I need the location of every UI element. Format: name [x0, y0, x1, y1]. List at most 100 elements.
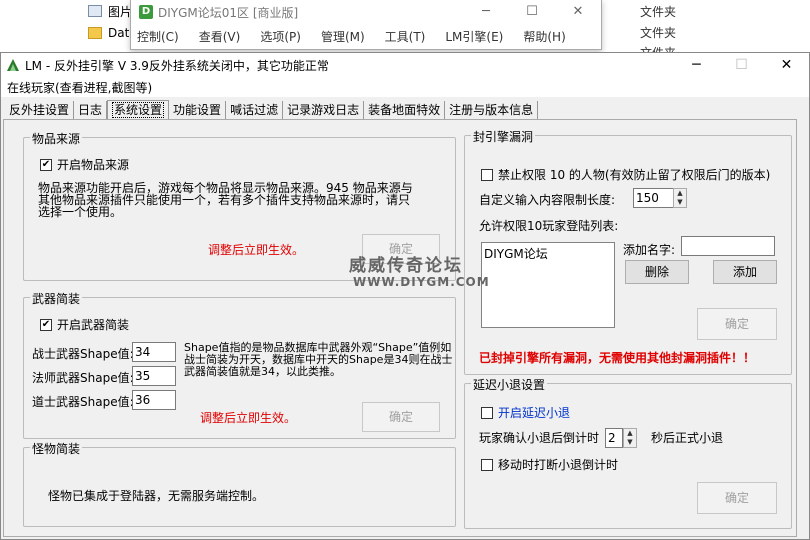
item-source-notice: 调整后立即生效。 [208, 243, 305, 257]
delay-logout-checkbox[interactable]: 开启延迟小退 [481, 404, 570, 421]
background-window: D DIYGM论坛01区 [商业版] ─ ☐ ✕ 控制(C) 查看(V) 选项(… [130, 0, 602, 50]
weapon-simplify-group: 武器简装 ✔ 开启武器简装 战士武器Shape值: 34 法师武器Shape值:… [23, 290, 456, 439]
max-length-label: 自定义输入内容限制长度: [479, 193, 616, 207]
checkbox-box: ✔ [40, 158, 52, 171]
group-legend: 封引擎漏洞 [471, 128, 536, 145]
tab-anticheat[interactable]: 反外挂设置 [5, 101, 75, 119]
checkbox-label: 开启武器简装 [57, 318, 130, 332]
delay-logout-confirm-button[interactable]: 确定 [697, 482, 777, 514]
delete-button[interactable]: 删除 [625, 260, 689, 284]
background-window-title: DIYGM论坛01区 [商业版] [158, 5, 299, 20]
countdown-suffix: 秒后正式小退 [651, 431, 724, 445]
group-legend: 怪物简装 [30, 440, 83, 457]
engine-hole-group: 封引擎漏洞 禁止权限 10 的人物(有效防止留了权限后门的版本) 自定义输入内容… [464, 128, 792, 375]
tab-bar: 反外挂设置 日志 系统设置 功能设置 喊话过滤 记录游戏日志 装备地面特效 注册… [5, 99, 539, 120]
delay-logout-group: 延迟小退设置 开启延迟小退 玩家确认小退后倒计时 2 ▲ ▼ 秒后正式小退 移动… [464, 376, 792, 529]
max-length-spinner[interactable]: ▲ ▼ [673, 188, 687, 208]
tab-log[interactable]: 日志 [74, 101, 108, 119]
weapon-shape-description: Shape值指的是物品数据库中武器外观“Shape”值例如战士简装为开天，数据库… [184, 341, 453, 378]
engine-hole-confirm-button[interactable]: 确定 [697, 308, 777, 340]
mage-shape-input[interactable]: 35 [132, 366, 176, 386]
close-icon[interactable]: ✕ [555, 0, 601, 24]
close-icon[interactable]: ✕ [764, 53, 809, 77]
weapon-simplify-checkbox[interactable]: ✔ 开启武器简装 [40, 316, 129, 333]
move-interrupt-checkbox[interactable]: 移动时打断小退倒计时 [481, 456, 618, 473]
image-folder-icon [88, 5, 102, 17]
background-window-menubar: 控制(C) 查看(V) 选项(P) 管理(M) 工具(T) LM引擎(E) 帮助… [131, 24, 601, 48]
tab-ground-effect[interactable]: 装备地面特效 [364, 101, 446, 119]
menu-item[interactable]: 选项(P) [260, 28, 301, 45]
checkbox-box: ✔ [40, 318, 52, 331]
warrior-shape-input[interactable]: 34 [132, 342, 176, 362]
menu-item[interactable]: LM引擎(E) [445, 28, 503, 45]
tab-game-log[interactable]: 记录游戏日志 [283, 101, 365, 119]
engine-hole-notice: 已封掉引擎所有漏洞，无需使用其他封漏洞插件！！ [479, 351, 756, 365]
countdown-spinner[interactable]: ▲ ▼ [623, 428, 637, 448]
taoist-shape-input[interactable]: 36 [132, 390, 176, 410]
explorer-item-label: Dat [108, 26, 130, 40]
watermark-url: WWW.DIYGM.COM [353, 275, 490, 289]
minimize-icon[interactable]: ─ [463, 0, 509, 24]
checkbox-box [481, 168, 493, 181]
tab-label: 注册与版本信息 [449, 103, 534, 117]
monster-simplify-description: 怪物已集成于登陆器，无需服务端控制。 [48, 489, 265, 503]
monster-simplify-group: 怪物简装 怪物已集成于登陆器，无需服务端控制。 [23, 440, 456, 527]
tab-label: 日志 [78, 103, 103, 117]
weapon-simplify-confirm-button[interactable]: 确定 [362, 402, 440, 432]
list-item[interactable]: DIYGM论坛 [484, 245, 612, 262]
tab-registration[interactable]: 注册与版本信息 [445, 101, 539, 119]
tab-label: 功能设置 [173, 103, 222, 117]
add-name-label: 添加名字: [623, 243, 676, 257]
checkbox-label: 开启物品来源 [57, 158, 130, 172]
tab-function-settings[interactable]: 功能设置 [169, 101, 227, 119]
group-legend: 延迟小退设置 [471, 376, 548, 393]
diygm-logo-icon: D [139, 5, 153, 19]
explorer-row[interactable]: 图片 [88, 1, 132, 21]
spin-up-icon[interactable]: ▲ [624, 429, 636, 438]
minimize-icon[interactable]: ─ [674, 53, 719, 77]
checkbox-box [481, 406, 493, 419]
group-legend: 武器简装 [30, 290, 83, 307]
explorer-item-type: 文件夹 [640, 26, 677, 40]
folder-icon [88, 27, 102, 39]
add-name-input[interactable] [681, 236, 775, 256]
item-source-description: 物品来源功能开启后，游戏每个物品将显示物品来源。945 物品来源与其他物品来源插… [38, 181, 413, 219]
menu-online-players[interactable]: 在线玩家(查看进程,截图等) [7, 79, 152, 96]
titlebar[interactable]: LM - 反外挂引擎 V 3.9反外挂系统关闭中，其它功能正常 ─ ☐ ✕ [1, 53, 809, 77]
spin-down-icon[interactable]: ▼ [624, 438, 636, 447]
taoist-shape-label: 道士武器Shape值: [32, 395, 134, 409]
maximize-icon[interactable]: ☐ [509, 0, 555, 24]
tab-chat-filter[interactable]: 喊话过滤 [226, 101, 284, 119]
explorer-item-label: 图片 [108, 4, 133, 19]
item-source-checkbox[interactable]: ✔ 开启物品来源 [40, 156, 129, 173]
tab-system-settings[interactable]: 系统设置 [107, 100, 170, 120]
tab-label: 喊话过滤 [230, 103, 279, 117]
spin-up-icon[interactable]: ▲ [674, 189, 686, 198]
tab-label: 反外挂设置 [9, 103, 70, 117]
main-window: LM - 反外挂引擎 V 3.9反外挂系统关闭中，其它功能正常 ─ ☐ ✕ 在线… [0, 52, 810, 540]
add-button[interactable]: 添加 [713, 260, 777, 284]
countdown-input[interactable]: 2 [605, 428, 623, 448]
menu-item[interactable]: 工具(T) [385, 28, 426, 45]
watermark-title: 威威传奇论坛 [349, 256, 463, 276]
checkbox-label: 移动时打断小退倒计时 [498, 458, 619, 472]
checkbox-box [481, 458, 493, 471]
explorer-item-type: 文件夹 [640, 5, 677, 19]
checkbox-label: 开启延迟小退 [498, 406, 571, 420]
ban-level10-checkbox[interactable]: 禁止权限 10 的人物(有效防止留了权限后门的版本) [481, 166, 770, 183]
group-legend: 物品来源 [30, 130, 83, 147]
allow-list-label: 允许权限10玩家登陆列表: [479, 219, 619, 233]
menu-item[interactable]: 控制(C) [137, 28, 179, 45]
max-length-input[interactable]: 150 [633, 188, 675, 208]
mage-shape-label: 法师武器Shape值: [32, 371, 134, 385]
menu-item[interactable]: 管理(M) [321, 28, 365, 45]
menu-item[interactable]: 帮助(H) [523, 28, 565, 45]
explorer-row[interactable]: Dat [88, 23, 129, 43]
tab-label: 记录游戏日志 [287, 103, 360, 117]
spin-down-icon[interactable]: ▼ [674, 198, 686, 207]
menu-item[interactable]: 查看(V) [199, 28, 241, 45]
allow-list-box[interactable]: DIYGM论坛 [481, 242, 615, 328]
maximize-icon: ☐ [735, 57, 748, 73]
tab-label: 系统设置 [112, 102, 165, 118]
countdown-prefix: 玩家确认小退后倒计时 [479, 431, 600, 445]
